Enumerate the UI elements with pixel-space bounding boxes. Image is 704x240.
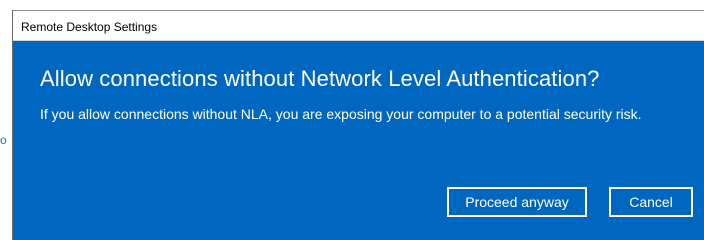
window-title: Remote Desktop Settings [21, 20, 158, 34]
confirmation-dialog: Remote Desktop Settings Allow connection… [12, 10, 704, 240]
dialog-titlebar[interactable]: Remote Desktop Settings [13, 11, 704, 41]
cancel-button[interactable]: Cancel [609, 187, 693, 217]
proceed-anyway-button[interactable]: Proceed anyway [447, 187, 587, 217]
dialog-message: If you allow connections without NLA, yo… [40, 106, 642, 122]
page: o Remote Desktop Settings Allow connecti… [0, 0, 704, 240]
dialog-heading: Allow connections without Network Level … [40, 66, 600, 91]
background-link-fragment[interactable]: o [0, 134, 7, 146]
